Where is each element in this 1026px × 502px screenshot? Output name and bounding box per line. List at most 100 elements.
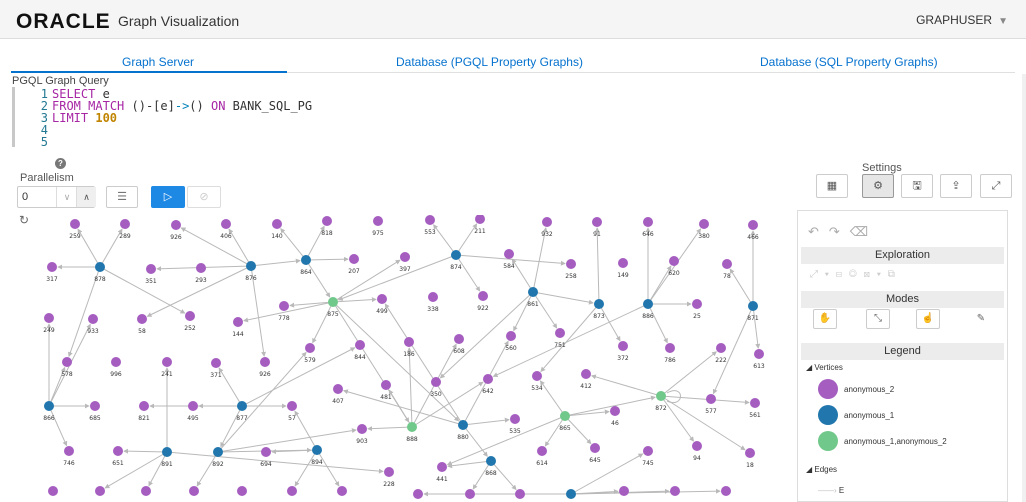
graph-vertex[interactable] (716, 343, 726, 353)
graph-edge[interactable] (406, 347, 413, 428)
code-line-4[interactable]: 4 (20, 124, 312, 136)
cancel-query-button[interactable]: ⊘ (187, 186, 221, 208)
graph-vertex[interactable] (64, 446, 74, 456)
graph-vertex[interactable] (431, 377, 441, 387)
graph-vertex[interactable] (162, 447, 172, 457)
graph-vertex[interactable] (532, 371, 542, 381)
graph-vertex[interactable] (581, 369, 591, 379)
graph-vertex[interactable] (594, 299, 604, 309)
graph-vertex[interactable] (384, 467, 394, 477)
graph-vertex[interactable] (754, 349, 764, 359)
graph-vertex[interactable] (287, 401, 297, 411)
exploration-toolbar[interactable]: ⤢ ▾ ⊟ ◎ ⊠ ▾ ⧉ (810, 269, 897, 280)
query-list-button[interactable]: ☰ (106, 186, 138, 208)
graph-vertex[interactable] (699, 219, 709, 229)
graph-vertex[interactable] (120, 219, 130, 229)
graph-edge[interactable] (660, 395, 694, 442)
graph-vertex[interactable] (44, 313, 54, 323)
graph-vertex[interactable] (610, 406, 620, 416)
graph-edge[interactable] (77, 228, 101, 268)
vertices-section[interactable]: ◢ Vertices (806, 363, 843, 372)
graph-edge[interactable] (590, 374, 662, 397)
code-line-3[interactable]: 3 LIMIT 100 (20, 112, 312, 124)
code-line-5[interactable]: 5 (20, 136, 312, 148)
graph-edge[interactable] (180, 227, 252, 267)
graph-vertex[interactable] (643, 446, 653, 456)
graph-vertex[interactable] (670, 486, 680, 496)
graph-edge[interactable] (217, 428, 357, 453)
graph-edge[interactable] (196, 451, 219, 487)
graph-edge[interactable] (532, 291, 594, 305)
fit-mode-button[interactable]: ⤡ (866, 309, 890, 329)
graph-vertex[interactable] (260, 357, 270, 367)
graph-edge[interactable] (367, 426, 413, 432)
history-controls[interactable]: ↶↷⌫ (808, 224, 878, 240)
graph-vertex[interactable] (357, 424, 367, 434)
graph-edge[interactable] (513, 291, 534, 332)
graph-vertex[interactable] (458, 420, 468, 430)
graph-vertex[interactable] (233, 317, 243, 327)
graph-vertex[interactable] (483, 374, 493, 384)
graph-vertex[interactable] (504, 249, 514, 259)
graph-vertex[interactable] (706, 394, 716, 404)
caret-down-icon[interactable]: ▼ (998, 16, 1008, 27)
graph-vertex[interactable] (692, 299, 702, 309)
graph-edge[interactable] (594, 227, 600, 305)
graph-vertex[interactable] (88, 314, 98, 324)
graph-vertex[interactable] (322, 216, 332, 226)
graph-edge[interactable] (294, 449, 318, 487)
graph-vertex[interactable] (373, 216, 383, 226)
chevron-up-icon[interactable]: ∧ (76, 187, 96, 207)
graph-edge[interactable] (660, 395, 746, 451)
graph-vertex[interactable] (141, 486, 151, 496)
graph-edge[interactable] (532, 291, 558, 329)
graph-vertex[interactable] (400, 252, 410, 262)
graph-vertex[interactable] (237, 401, 247, 411)
graph-vertex[interactable] (748, 301, 758, 311)
graph-edge[interactable] (455, 254, 481, 292)
graph-edge[interactable] (384, 303, 464, 426)
graph-vertex[interactable] (618, 341, 628, 351)
graph-vertex[interactable] (95, 486, 105, 496)
select-mode-button[interactable]: ☝ (916, 309, 940, 329)
edit-mode-button[interactable]: ✎ (969, 309, 993, 329)
graph-edge[interactable] (305, 259, 331, 298)
graph-edge[interactable] (647, 303, 668, 344)
graph-edge[interactable] (540, 303, 600, 373)
graph-vertex[interactable] (146, 264, 156, 274)
graph-vertex[interactable] (213, 447, 223, 457)
legend-swatch-anonymous-2[interactable] (818, 379, 838, 399)
fullscreen-button[interactable]: ⤢ (980, 174, 1012, 198)
graph-vertex[interactable] (211, 358, 221, 368)
graph-vertex[interactable] (665, 343, 675, 353)
graph-vertex[interactable] (542, 217, 552, 227)
graph-vertex[interactable] (111, 357, 121, 367)
pan-mode-button[interactable]: ✋ (813, 309, 837, 329)
settings-button[interactable]: ⚙ (862, 174, 894, 198)
graph-vertex[interactable] (643, 217, 653, 227)
graph-vertex[interactable] (515, 489, 525, 499)
graph-edge[interactable] (660, 395, 750, 405)
graph-vertex[interactable] (465, 489, 475, 499)
graph-vertex[interactable] (237, 486, 247, 496)
graph-edge[interactable] (729, 268, 754, 307)
graph-vertex[interactable] (261, 447, 271, 457)
graph-edge[interactable] (564, 395, 656, 417)
graph-edge[interactable] (332, 259, 401, 303)
graph-vertex[interactable] (475, 215, 485, 224)
tab-database-pgql[interactable]: Database (PGQL Property Graphs) (396, 55, 583, 69)
graph-edge[interactable] (218, 367, 243, 407)
graph-vertex[interactable] (355, 340, 365, 350)
graph-edge[interactable] (280, 228, 307, 261)
graph-vertex[interactable] (328, 297, 338, 307)
graph-vertex[interactable] (454, 334, 464, 344)
graph-vertex[interactable] (301, 255, 311, 265)
graph-edge[interactable] (752, 305, 761, 349)
graph-vertex[interactable] (189, 486, 199, 496)
graph-vertex[interactable] (537, 446, 547, 456)
graph-vertex[interactable] (47, 262, 57, 272)
graph-edge[interactable] (250, 258, 301, 267)
graph-vertex[interactable] (95, 262, 105, 272)
graph-edge[interactable] (294, 410, 318, 451)
graph-vertex[interactable] (413, 489, 423, 499)
